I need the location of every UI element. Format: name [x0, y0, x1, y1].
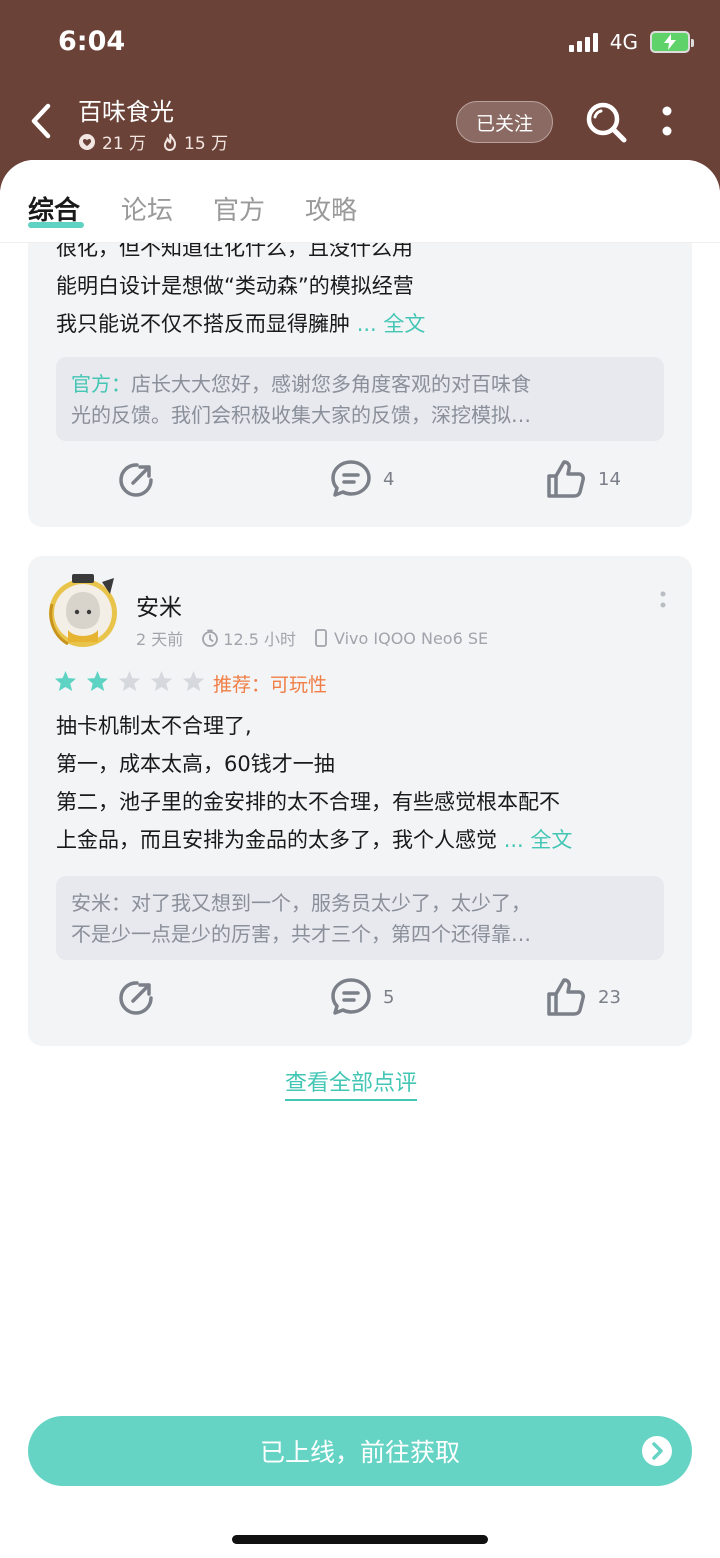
app-stats: 21 万 15 万 — [78, 129, 228, 154]
playtime: 12.5 小时 — [223, 630, 296, 649]
reply-line: 安米：对了我又想到一个，服务员太少了，太少了， — [71, 888, 649, 919]
view-all-reviews-link[interactable]: 查看全部点评 — [285, 1065, 418, 1101]
review-actions: 5 23 — [28, 972, 692, 1022]
review-more-icon[interactable] — [660, 590, 666, 612]
comment-count: 4 — [383, 468, 395, 490]
review-text: 上金品，而且安排为金品的太多了，我个人感觉 — [56, 828, 497, 852]
thumbs-up-icon — [547, 978, 585, 1016]
read-more-link[interactable]: ... 全文 — [357, 312, 426, 336]
review-text-line: 抽卡机制太不合理了, — [56, 714, 252, 738]
star-filled-icon — [54, 670, 77, 692]
tab-official[interactable]: 官方 — [213, 190, 265, 227]
reply-line: 光的反馈。我们会积极收集大家的反馈，深挖模拟… — [71, 403, 531, 427]
comment-button[interactable]: 4 — [329, 458, 394, 500]
follow-button[interactable]: 已关注 — [456, 101, 553, 143]
reply-line: 官方：店长大大您好，感谢您多角度客观的对百味食 — [71, 369, 649, 400]
phone-icon — [315, 629, 327, 647]
reply-author: 官方： — [71, 372, 131, 396]
comment-icon — [331, 978, 371, 1015]
battery-icon — [650, 31, 694, 53]
hot-count: 15 万 — [184, 134, 229, 154]
device: Vivo IQOO Neo6 SE — [334, 628, 489, 648]
active-tab-indicator — [28, 222, 84, 228]
share-icon — [119, 981, 153, 1015]
star-empty-icon — [182, 670, 205, 692]
tab-guides[interactable]: 攻略 — [305, 190, 357, 227]
comment-button[interactable]: 5 — [329, 976, 394, 1018]
reply-text: 店长大大您好，感谢您多角度客观的对百味食 — [131, 372, 531, 396]
reviews-scroll-area[interactable]: 很化，但不知道往化什么，且没什么用 能明白设计是想做“类动森”的模拟经营 我只能… — [0, 160, 720, 1558]
review-card: 安米 2 天前 12.5 小时 Vivo IQOO Neo6 SE 推荐：可玩性… — [28, 556, 692, 1046]
reply-box[interactable]: 官方：店长大大您好，感谢您多角度客观的对百味食 光的反馈。我们会积极收集大家的反… — [56, 357, 664, 441]
review-actions: 4 14 — [28, 454, 692, 504]
like-count: 23 — [598, 986, 621, 1008]
network-label: 4G — [609, 30, 638, 54]
tab-forum[interactable]: 论坛 — [121, 190, 173, 227]
review-text-line: 第二，池子里的金安排的太不合理，有些感觉根本配不 — [56, 790, 560, 814]
reply-line: 不是少一点是少的厉害，共才三个，第四个还得靠… — [71, 922, 531, 946]
like-button[interactable]: 23 — [544, 976, 621, 1018]
tab-bar: 综合 论坛 官方 攻略 — [0, 160, 720, 243]
reply-author: 安米： — [71, 891, 131, 915]
read-more-link[interactable]: ... 全文 — [504, 828, 573, 852]
like-button[interactable]: 14 — [544, 458, 621, 500]
review-text-line: 能明白设计是想做“类动森”的模拟经营 — [56, 274, 414, 298]
reply-box[interactable]: 安米：对了我又想到一个，服务员太少了，太少了， 不是少一点是少的厉害，共才三个，… — [56, 876, 664, 960]
thumbs-up-icon — [547, 460, 585, 498]
recommend-tag: 推荐：可玩性 — [213, 674, 328, 696]
star-filled-icon — [86, 670, 109, 692]
user-name[interactable]: 安米 — [136, 588, 182, 622]
comment-icon — [331, 460, 371, 497]
likes-count: 21 万 — [102, 134, 147, 154]
review-text-line: 上金品，而且安排为金品的太多了，我个人感觉 ... 全文 — [56, 824, 572, 854]
comment-count: 5 — [383, 986, 395, 1008]
star-empty-icon — [118, 670, 141, 692]
heart-icon — [79, 133, 95, 150]
review-meta: 2 天前 12.5 小时 Vivo IQOO Neo6 SE — [136, 626, 488, 650]
status-time: 6:04 — [58, 26, 126, 57]
star-empty-icon — [150, 670, 173, 692]
like-count: 14 — [598, 468, 621, 490]
status-icons: 4G — [568, 30, 694, 54]
review-text: 我只能说不仅不搭反而显得臃肿 — [56, 312, 350, 336]
time-ago: 2 天前 — [136, 630, 184, 649]
rating-stars — [54, 670, 205, 692]
share-button[interactable] — [116, 458, 158, 500]
signal-icon — [568, 32, 598, 52]
search-icon[interactable] — [584, 100, 628, 144]
share-icon — [119, 463, 153, 497]
user-avatar[interactable] — [44, 572, 122, 650]
content-sheet: 综合 论坛 官方 攻略 很化，但不知道往化什么，且没什么用 能明白设计是想做“类… — [0, 160, 720, 1558]
flame-icon — [164, 133, 177, 151]
review-text-line: 第一，成本太高，60钱才一抽 — [56, 752, 335, 776]
share-button[interactable] — [116, 976, 158, 1018]
more-options-icon[interactable] — [660, 104, 674, 138]
review-text-line: 我只能说不仅不搭反而显得臃肿 ... 全文 — [56, 308, 425, 338]
page-title: 百味食光 — [78, 98, 174, 126]
back-arrow-icon[interactable] — [28, 102, 54, 140]
reply-text: 对了我又想到一个，服务员太少了，太少了， — [131, 891, 531, 915]
timer-icon — [202, 629, 219, 647]
